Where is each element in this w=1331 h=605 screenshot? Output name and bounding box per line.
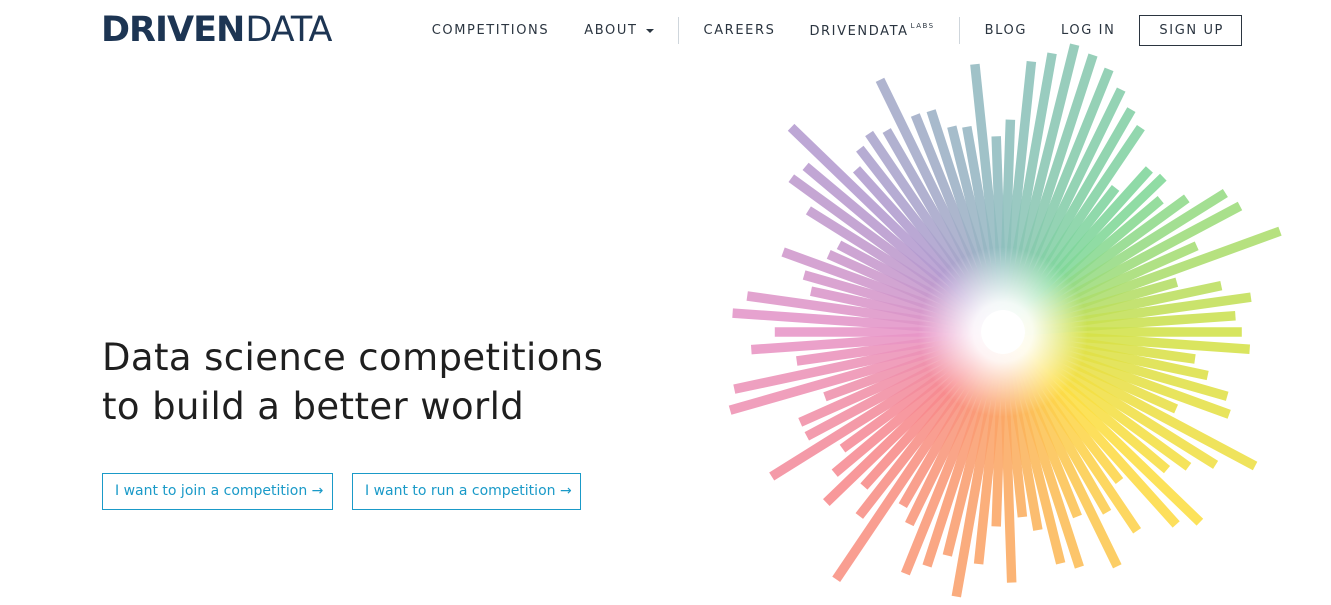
burst-center-glow: [918, 247, 1088, 417]
logo-data-text: DATA: [245, 9, 333, 50]
logo-driven-text: DRIVEN: [101, 9, 245, 50]
hero-headline: Data science competitions to build a bet…: [102, 333, 603, 431]
nav-divider: [677, 17, 679, 44]
nav-about[interactable]: ABOUT: [584, 23, 654, 38]
headline-line-1: Data science competitions: [102, 336, 604, 379]
nav-competitions[interactable]: COMPETITIONS: [432, 23, 550, 38]
drivendata-logo[interactable]: DRIVEN DATA: [101, 9, 333, 50]
logo-data-word: DATA: [245, 9, 332, 50]
radial-color-burst-graphic: [728, 43, 1282, 598]
join-competition-button[interactable]: I want to join a competition →: [102, 473, 333, 510]
nav-about-label: ABOUT: [584, 23, 638, 38]
run-competition-button[interactable]: I want to run a competition →: [352, 473, 581, 510]
caret-down-icon: [645, 28, 654, 33]
homepage: DRIVEN DATA COMPETITIONS ABOUT CAREERS D…: [0, 0, 1331, 605]
headline-line-2: to build a better world: [102, 385, 525, 428]
